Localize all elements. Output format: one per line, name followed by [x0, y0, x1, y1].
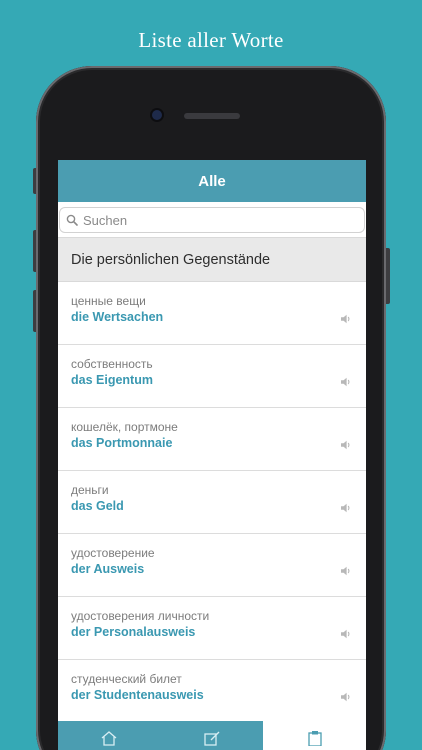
home-icon — [101, 731, 117, 746]
speaker-icon[interactable] — [341, 692, 352, 702]
tab-bar — [58, 721, 366, 750]
german-word: das Eigentum — [71, 373, 153, 387]
german-word: das Portmonnaie — [71, 436, 173, 450]
russian-word: студенческий билет — [71, 672, 182, 686]
list-item[interactable]: удостоверение der Ausweis — [58, 534, 366, 597]
speaker-icon[interactable] — [341, 377, 352, 387]
russian-word: собственность — [71, 357, 153, 371]
russian-word: деньги — [71, 483, 109, 497]
russian-word: ценные вещи — [71, 294, 146, 308]
nav-title: Alle — [198, 172, 226, 190]
speaker-icon[interactable] — [341, 566, 352, 576]
section-header: Die persönlichen Gegenstände — [58, 238, 366, 282]
speaker-icon[interactable] — [341, 503, 352, 513]
russian-word: удостоверения личности — [71, 609, 210, 623]
german-word: der Personalausweis — [71, 625, 196, 639]
german-word: die Wertsachen — [71, 310, 164, 324]
tab-home[interactable] — [58, 721, 161, 750]
german-word: das Geld — [71, 499, 124, 513]
list-item[interactable]: собственность das Eigentum — [58, 345, 366, 408]
list-item[interactable]: студенческий билет der Studentenausweis — [58, 660, 366, 723]
word-list: ценные вещи die Wertsachen собственность… — [58, 282, 366, 723]
promo-title: Liste aller Worte — [138, 28, 284, 52]
section-title: Die persönlichen Gegenstände — [71, 251, 271, 268]
search-box[interactable] — [59, 207, 365, 233]
earpiece-speaker — [184, 113, 240, 119]
tab-list[interactable] — [263, 721, 366, 750]
search-input[interactable] — [83, 212, 343, 228]
list-item[interactable]: удостоверения личности der Personalauswe… — [58, 597, 366, 660]
navigation-bar: Alle — [58, 160, 366, 202]
front-camera — [152, 110, 162, 120]
clipboard-icon — [308, 731, 322, 746]
russian-word: кошелёк, портмоне — [71, 420, 178, 434]
search-icon — [66, 214, 78, 226]
speaker-icon[interactable] — [341, 629, 352, 639]
german-word: der Ausweis — [71, 562, 145, 576]
russian-word: удостоверение — [71, 546, 155, 560]
edit-icon — [204, 731, 220, 746]
german-word: der Studentenausweis — [71, 688, 204, 702]
list-item[interactable]: ценные вещи die Wertsachen — [58, 282, 366, 345]
search-bar — [58, 202, 366, 238]
app-screen: Alle Die persönlichen Gegenstände ценные… — [58, 160, 366, 750]
tab-edit[interactable] — [160, 721, 264, 750]
list-item[interactable]: деньги das Geld — [58, 471, 366, 534]
speaker-icon[interactable] — [341, 440, 352, 450]
speaker-icon[interactable] — [341, 314, 352, 324]
list-item[interactable]: кошелёк, портмоне das Portmonnaie — [58, 408, 366, 471]
